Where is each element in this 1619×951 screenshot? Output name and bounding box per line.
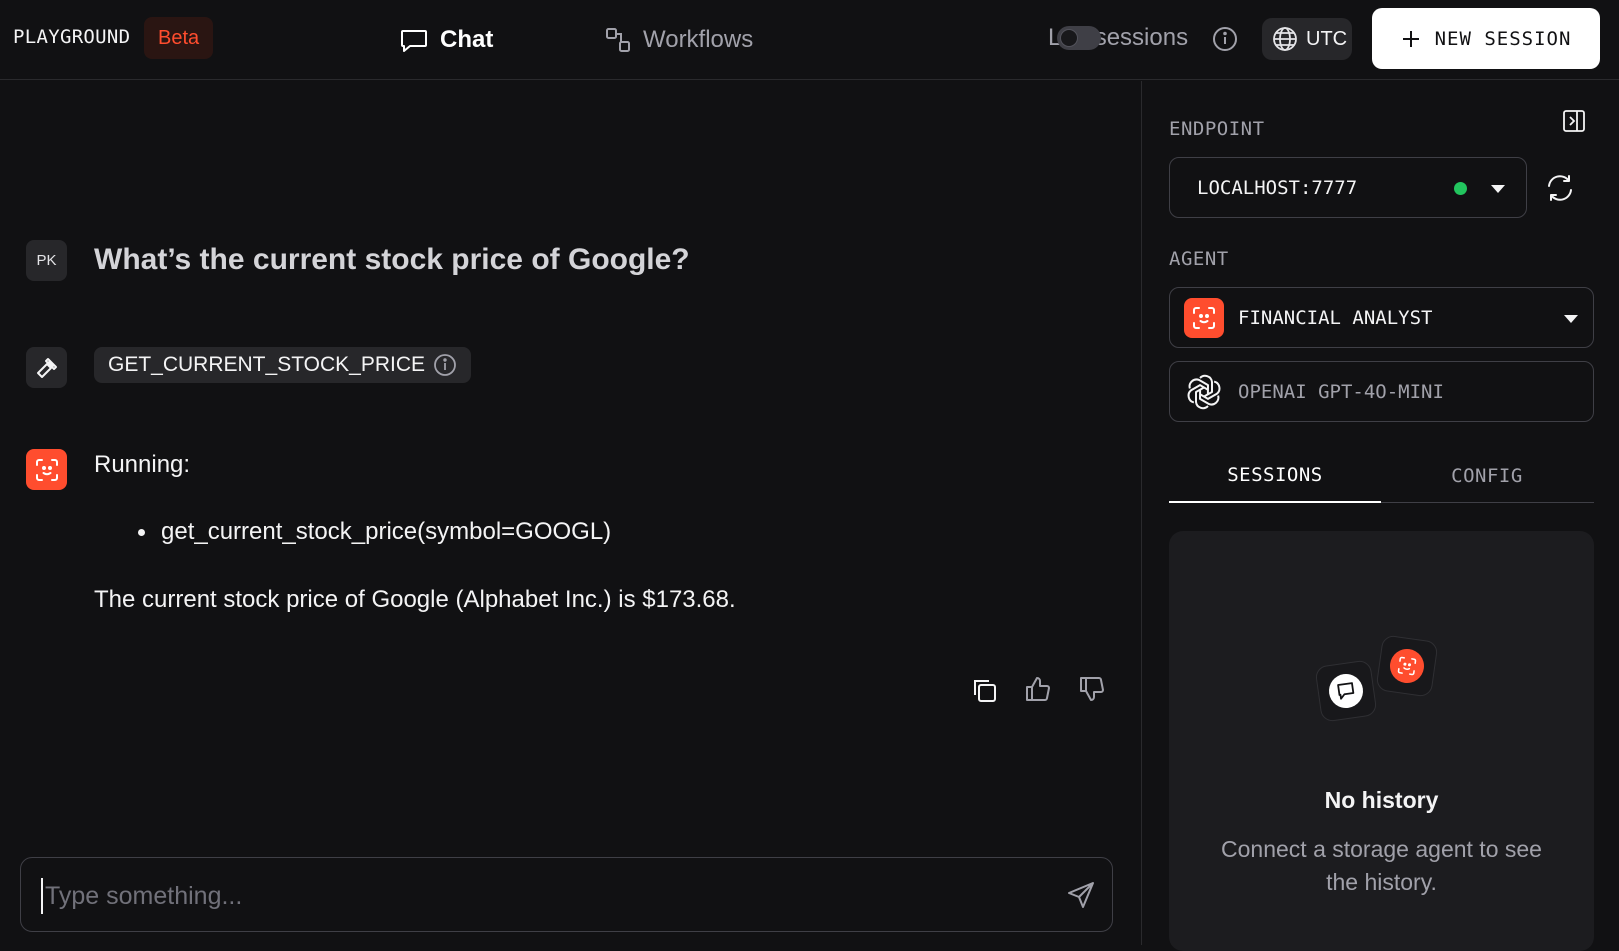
tool-avatar xyxy=(26,347,67,388)
agent-focus-icon xyxy=(1184,297,1224,338)
hammer-icon xyxy=(35,356,59,380)
workflows-icon xyxy=(605,27,631,53)
agent-label: AGENT xyxy=(1169,248,1229,270)
list-item: get_current_stock_price(symbol=GOOGL) xyxy=(138,518,611,546)
endpoint-value: LOCALHOST:7777 xyxy=(1197,176,1358,199)
tool-call-name: GET_CURRENT_STOCK_PRICE xyxy=(108,353,426,376)
sessions-empty-state: No history Connect a storage agent to se… xyxy=(1169,531,1594,951)
chat-card xyxy=(1314,659,1378,723)
nav-chat[interactable]: Chat xyxy=(400,22,493,58)
timezone-selector[interactable]: UTC xyxy=(1262,18,1352,60)
thumbs-up-icon[interactable] xyxy=(1024,675,1052,703)
sidebar-collapse-icon[interactable] xyxy=(1562,109,1586,133)
nav-workflows[interactable]: Workflows xyxy=(605,22,753,58)
send-button[interactable] xyxy=(1066,880,1096,910)
new-session-button[interactable]: NEW SESSION xyxy=(1372,8,1600,69)
log-sessions-toggle[interactable] xyxy=(1057,26,1101,50)
empty-subtitle: Connect a storage agent to see the histo… xyxy=(1221,836,1542,895)
user-message: What’s the current stock price of Google… xyxy=(94,243,690,276)
sidebar-tabs: SESSIONS CONFIG xyxy=(1169,448,1594,503)
right-sidebar: ENDPOINT LOCALHOST:7777 AGENT FINANCIAL … xyxy=(1141,81,1619,951)
agent-focus-icon xyxy=(34,457,60,483)
agent-value: FINANCIAL ANALYST xyxy=(1238,306,1433,329)
copy-icon[interactable] xyxy=(970,676,998,704)
endpoint-select[interactable]: LOCALHOST:7777 xyxy=(1169,157,1527,218)
empty-title: No history xyxy=(1324,787,1439,813)
beta-badge: Beta xyxy=(144,17,214,59)
toggle-knob xyxy=(1060,29,1078,47)
chat-input-box xyxy=(20,857,1113,932)
agent-answer: The current stock price of Google (Alpha… xyxy=(94,586,736,613)
refresh-icon[interactable] xyxy=(1545,173,1575,203)
agent-card xyxy=(1375,634,1439,698)
top-bar: PLAYGROUND Beta Chat Workflows Log sessi… xyxy=(0,0,1619,80)
agent-select[interactable]: FINANCIAL ANALYST xyxy=(1169,287,1594,348)
new-session-label: NEW SESSION xyxy=(1434,27,1572,50)
app-title: PLAYGROUND xyxy=(13,26,131,48)
tab-config[interactable]: CONFIG xyxy=(1381,448,1593,503)
chevron-down-icon xyxy=(1491,185,1505,193)
agent-avatar xyxy=(26,449,67,490)
chat-input[interactable] xyxy=(41,878,1021,914)
info-icon[interactable] xyxy=(433,353,457,377)
endpoint-status-dot xyxy=(1454,182,1467,195)
bullet-dot xyxy=(138,528,145,536)
model-value: OPENAI GPT-4O-MINI xyxy=(1238,380,1444,403)
nav-workflows-label: Workflows xyxy=(643,26,754,53)
model-field: OPENAI GPT-4O-MINI xyxy=(1169,361,1594,422)
tool-call-chip[interactable]: GET_CURRENT_STOCK_PRICE xyxy=(94,347,472,383)
endpoint-label: ENDPOINT xyxy=(1169,118,1265,140)
timezone-label: UTC xyxy=(1306,27,1348,50)
chat-bubble-icon xyxy=(1326,671,1366,711)
running-label: Running: xyxy=(94,451,191,478)
chevron-down-icon xyxy=(1564,315,1578,323)
globe-icon xyxy=(1272,26,1298,52)
openai-icon xyxy=(1184,372,1224,412)
running-item: get_current_stock_price(symbol=GOOGL) xyxy=(161,518,612,545)
user-avatar: PK xyxy=(26,240,67,281)
nav-chat-label: Chat xyxy=(440,26,494,53)
agent-focus-icon xyxy=(1387,646,1427,686)
thumbs-down-icon[interactable] xyxy=(1078,675,1106,703)
chat-panel: PK What’s the current stock price of Goo… xyxy=(0,81,1141,945)
info-icon[interactable] xyxy=(1212,26,1238,52)
plus-icon xyxy=(1401,29,1421,49)
chat-bubble-icon xyxy=(400,27,428,53)
tab-sessions[interactable]: SESSIONS xyxy=(1169,448,1381,503)
send-icon xyxy=(1066,880,1096,910)
